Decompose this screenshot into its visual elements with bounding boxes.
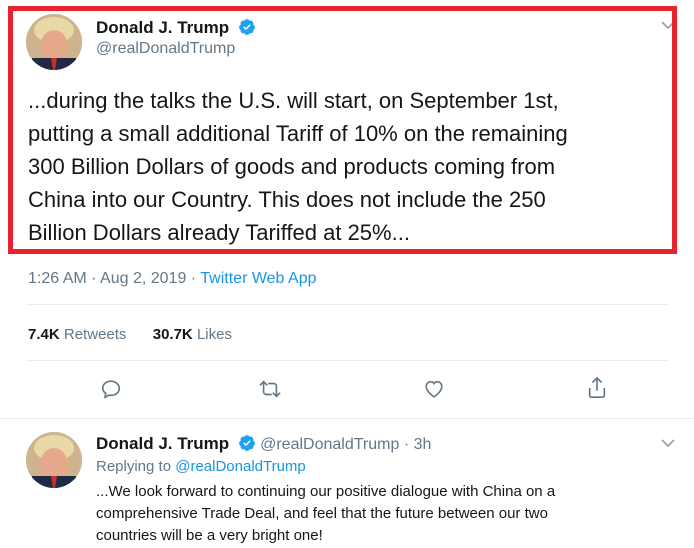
author-handle[interactable]: @realDonaldTrump <box>260 436 399 453</box>
avatar[interactable] <box>26 432 82 488</box>
replying-to-handle[interactable]: @realDonaldTrump <box>175 458 306 475</box>
reply-text-line: ...We look forward to continuing our pos… <box>96 483 556 500</box>
reply-text: ...We look forward to continuing our pos… <box>96 481 681 547</box>
reply-text-line: comprehensive Trade Deal, and feel that … <box>96 505 548 522</box>
retweets-stat[interactable]: 7.4K Retweets <box>28 326 131 343</box>
likes-stat[interactable]: 30.7K Likes <box>153 326 232 343</box>
replying-to-label: Replying to <box>96 458 172 475</box>
meta-separator: · <box>91 270 97 287</box>
tweet-time[interactable]: 1:26 AM <box>28 270 87 287</box>
retweets-count: 7.4K <box>28 326 60 343</box>
heart-icon[interactable] <box>423 378 445 405</box>
reply-icon[interactable] <box>100 378 122 405</box>
chevron-down-icon[interactable] <box>660 436 676 454</box>
reply-author-header: Donald J. Trump @realDonaldTrump · 3h <box>96 434 431 457</box>
divider <box>0 418 694 419</box>
meta-separator: · <box>403 436 410 453</box>
reply-text-line: countries will be a very bright one! <box>96 527 323 544</box>
likes-count: 30.7K <box>152 326 193 343</box>
divider <box>26 304 668 305</box>
author-name[interactable]: Donald J. Trump <box>96 434 229 453</box>
tweet-stats: 7.4K Retweets 30.7K Likes <box>28 326 232 343</box>
retweets-label: Retweets <box>63 326 127 343</box>
verified-badge-icon <box>238 434 256 457</box>
meta-separator: · <box>190 270 197 287</box>
divider <box>26 360 668 361</box>
likes-label: Likes <box>196 326 232 343</box>
replying-to: Replying to @realDonaldTrump <box>96 458 306 475</box>
tweet-source-link[interactable]: Twitter Web App <box>200 270 316 287</box>
tweet-meta: 1:26 AM · Aug 2, 2019 · Twitter Web App <box>28 270 316 288</box>
retweet-icon[interactable] <box>258 378 282 405</box>
tweet-date[interactable]: Aug 2, 2019 <box>100 270 186 287</box>
tweet-age[interactable]: 3h <box>414 436 432 453</box>
highlight-box <box>8 6 677 254</box>
share-icon[interactable] <box>586 376 608 405</box>
